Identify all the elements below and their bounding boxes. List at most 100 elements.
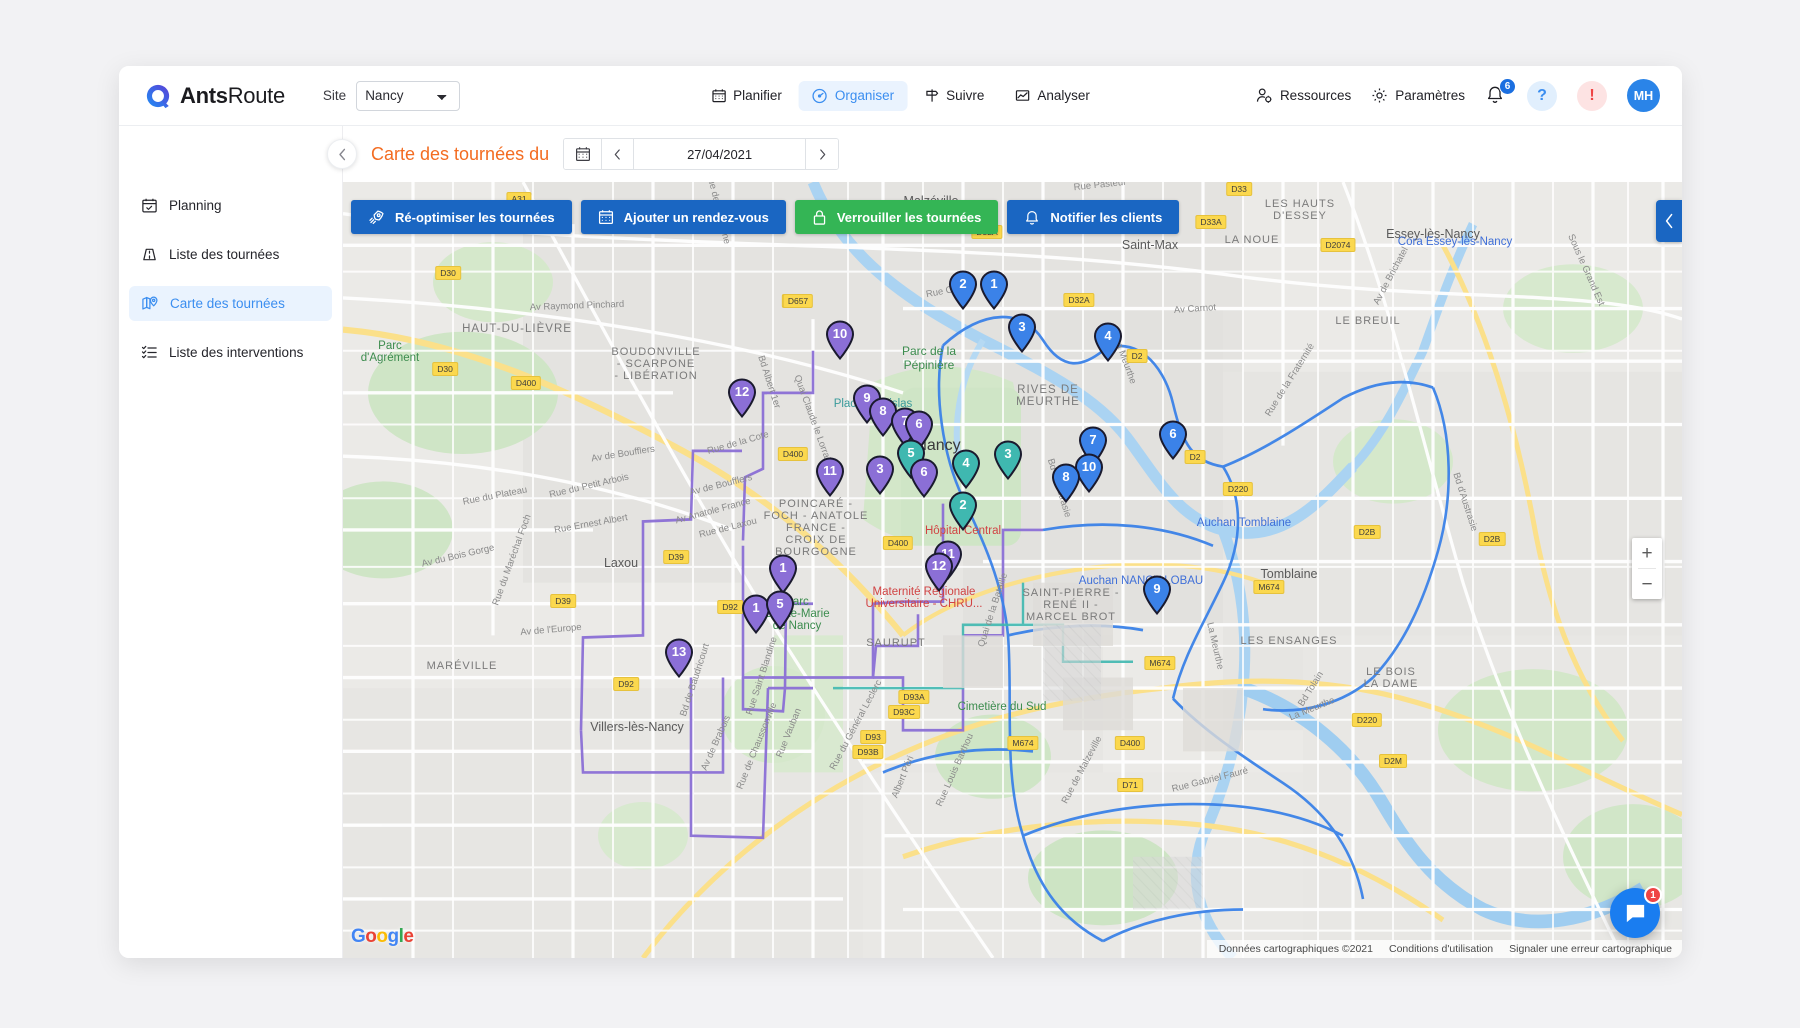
nav-item-analyser[interactable]: Analyser <box>1001 81 1103 110</box>
zoom-in-button[interactable]: + <box>1632 538 1662 568</box>
map-marker[interactable]: 6 <box>1158 420 1188 460</box>
nav-item-ressources[interactable]: Ressources <box>1256 87 1351 104</box>
google-logo-letter: e <box>403 926 413 947</box>
brand-light: Route <box>228 83 285 108</box>
map-marker[interactable]: 10 <box>825 320 855 360</box>
button-label: Ré-optimiser les tournées <box>395 210 555 225</box>
chat-button[interactable]: 1 <box>1610 888 1660 938</box>
notify-clients-button[interactable]: Notifier les clients <box>1007 200 1179 234</box>
sidebar-item-carte-des-tournees[interactable]: Carte des tournées <box>129 286 332 321</box>
google-logo[interactable]: Google <box>351 926 413 948</box>
notification-badge: 6 <box>1499 78 1516 95</box>
pin-icon <box>993 440 1023 480</box>
road-icon <box>141 246 158 263</box>
map-marker[interactable]: 2 <box>948 491 978 531</box>
site-label: Site <box>323 88 346 103</box>
attribution-terms-link[interactable]: Conditions d'utilisation <box>1389 943 1493 955</box>
map-marker[interactable]: 4 <box>951 449 981 489</box>
map-marker[interactable]: 9 <box>1142 575 1172 615</box>
pin-icon <box>948 491 978 531</box>
nav-label: Organiser <box>835 88 894 103</box>
attribution-report-link[interactable]: Signaler une erreur cartographique <box>1509 943 1672 955</box>
map-marker[interactable]: 13 <box>664 638 694 678</box>
map-marker[interactable]: 12 <box>924 552 954 592</box>
zoom-out-button[interactable]: − <box>1632 569 1662 599</box>
help-button[interactable]: ? <box>1527 81 1557 111</box>
map-marker[interactable]: 11 <box>815 457 845 497</box>
next-date-button[interactable] <box>806 139 838 169</box>
page-title: Carte des tournées du <box>371 144 549 165</box>
chevron-right-icon <box>819 149 826 160</box>
prev-date-button[interactable] <box>602 139 634 169</box>
back-button[interactable] <box>327 139 357 169</box>
panel-toggle-button[interactable] <box>1656 200 1682 242</box>
google-logo-letter: G <box>351 926 365 947</box>
calendar-button[interactable] <box>564 139 602 169</box>
pin-icon <box>1007 313 1037 353</box>
map-marker[interactable]: 4 <box>1093 322 1123 362</box>
pin-icon <box>1142 575 1172 615</box>
map-action-bar: Ré-optimiser les tournées Ajouter un ren… <box>351 200 1179 234</box>
nav-label: Paramètres <box>1395 88 1465 103</box>
site-select[interactable]: Nancy <box>356 81 460 111</box>
pin-icon <box>951 449 981 489</box>
gear-icon <box>1371 87 1388 104</box>
sidebar-item-liste-des-tournees[interactable]: Liste des tournées <box>129 237 332 272</box>
google-logo-letter: o <box>365 926 376 947</box>
sidebar-item-label: Liste des interventions <box>169 345 303 360</box>
map-marker[interactable]: 5 <box>765 590 795 630</box>
brand-logo-group[interactable]: AntsRoute <box>145 83 285 109</box>
nav-item-planifier[interactable]: Planifier <box>698 81 795 110</box>
nav-item-parametres[interactable]: Paramètres <box>1371 87 1465 104</box>
calendar-icon <box>575 146 591 162</box>
map-marker[interactable]: 1 <box>979 270 1009 310</box>
avatar[interactable]: MH <box>1627 79 1660 112</box>
pin-icon <box>948 270 978 310</box>
attribution-copyright: Données cartographiques ©2021 <box>1219 943 1373 955</box>
body-row: Planning Liste des tournées Carte des to… <box>119 126 1682 958</box>
reoptimize-tours-button[interactable]: Ré-optimiser les tournées <box>351 200 572 234</box>
sidebar-item-label: Liste des tournées <box>169 247 279 262</box>
map-marker[interactable]: 8 <box>1051 463 1081 503</box>
google-logo-letter: g <box>388 926 399 947</box>
sidebar-item-planning[interactable]: Planning <box>129 188 332 223</box>
sidebar: Planning Liste des tournées Carte des to… <box>119 126 343 958</box>
list-icon <box>141 344 158 361</box>
nav-label: Ressources <box>1280 88 1351 103</box>
map-marker[interactable]: 3 <box>993 440 1023 480</box>
map-marker[interactable]: 1 <box>768 554 798 594</box>
page-header: Carte des tournées du 27/04/2021 <box>343 126 1682 182</box>
bell-icon <box>1024 209 1040 226</box>
map-markers-layer: 10129876543211361151311122134671089 <box>343 182 1682 958</box>
pin-icon <box>768 554 798 594</box>
map-zoom-controls: + − <box>1632 538 1662 599</box>
button-label: Ajouter un rendez-vous <box>624 210 769 225</box>
date-input[interactable]: 27/04/2021 <box>634 139 806 169</box>
alert-button[interactable]: ! <box>1577 81 1607 111</box>
pin-icon <box>909 458 939 498</box>
notifications-button[interactable]: 6 <box>1485 84 1507 108</box>
sidebar-item-label: Planning <box>169 198 222 213</box>
google-logo-letter: o <box>376 926 387 947</box>
map-marker[interactable]: 3 <box>865 455 895 495</box>
map-container[interactable]: MalzévilleSaint-MaxLA NOUELES HAUTS D'ES… <box>343 182 1682 958</box>
map-marker[interactable]: 2 <box>948 270 978 310</box>
map-pin-icon <box>141 295 159 312</box>
chat-icon <box>1623 901 1648 926</box>
chevron-left-icon <box>1664 213 1675 229</box>
add-appointment-button[interactable]: Ajouter un rendez-vous <box>581 200 786 234</box>
map-marker[interactable]: 12 <box>727 378 757 418</box>
nav-item-organiser[interactable]: Organiser <box>799 81 907 111</box>
map-marker[interactable]: 3 <box>1007 313 1037 353</box>
pin-icon <box>825 320 855 360</box>
pin-icon <box>815 457 845 497</box>
sidebar-item-liste-des-interventions[interactable]: Liste des interventions <box>129 335 332 370</box>
chat-badge: 1 <box>1644 886 1662 904</box>
site-selector-group: Site Nancy <box>323 81 460 111</box>
lock-tours-button[interactable]: Verrouiller les tournées <box>795 200 999 234</box>
pin-icon <box>865 455 895 495</box>
nav-item-suivre[interactable]: Suivre <box>911 81 997 110</box>
nav-label: Analyser <box>1037 88 1090 103</box>
map-marker[interactable]: 6 <box>909 458 939 498</box>
date-control: 27/04/2021 <box>563 138 839 170</box>
